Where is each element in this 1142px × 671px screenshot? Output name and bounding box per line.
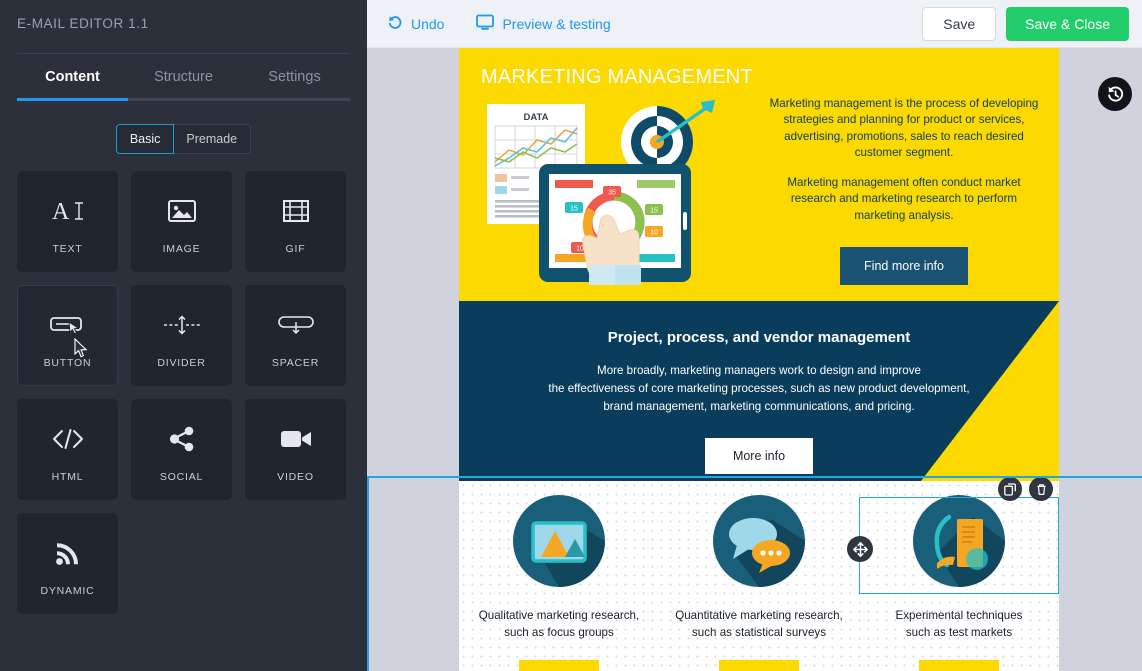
more-info-button[interactable]: More info [704,437,814,474]
try-it-button[interactable]: Try it [719,659,799,671]
svg-text:15: 15 [650,208,658,215]
hero-paragraph-1: Marketing management is the process of d… [769,97,1039,160]
hero-paragraph-2: Marketing management often conduct marke… [787,175,1021,222]
picture-mountains-icon [467,493,651,594]
speech-bubbles-icon [667,493,851,594]
block-button[interactable]: BUTTON [17,285,118,386]
block-label: GIF [285,242,306,255]
preview-testing-button[interactable]: Preview & testing [476,14,611,33]
svg-text:35: 35 [608,190,616,197]
three-column-section[interactable]: Qualitative marketing research, such as … [459,477,1059,671]
tabs-underline [17,98,350,101]
duplicate-icon[interactable] [998,477,1022,501]
block-text[interactable]: A TEXT [17,171,118,272]
code-icon [52,417,84,461]
tab-content[interactable]: Content [17,54,128,98]
video-camera-icon [280,417,312,461]
block-label: IMAGE [162,242,201,255]
undo-label: Undo [411,15,445,32]
move-cross-icon[interactable] [847,536,873,562]
top-toolbar: Undo Preview & testing Save Save & Close [367,0,1142,48]
block-video[interactable]: VIDEO [245,399,346,500]
svg-text:A: A [52,199,70,225]
column-qualitative[interactable]: Qualitative marketing research, such as … [459,493,659,671]
block-label: DIVIDER [157,356,206,369]
spacer-icon [277,303,314,347]
lab-flask-book-icon [867,493,1051,594]
block-label: VIDEO [277,470,314,483]
column-experimental[interactable]: Experimental techniques such as test mar… [847,477,1059,671]
tab-settings[interactable]: Settings [239,54,350,98]
image-icon [167,189,196,233]
marketing-illustration: DATA 35 15 15 10 10 [477,100,727,295]
drop-indicator-vertical [367,476,369,671]
email-document: MARKETING MANAGEMENT DATA 35 15 15 10 10… [459,48,1059,671]
hero-left: MARKETING MANAGEMENT DATA 35 15 15 10 10 [459,66,759,301]
try-it-button[interactable]: Try it [519,659,599,671]
block-html[interactable]: HTML [17,399,118,500]
email-canvas[interactable]: MARKETING MANAGEMENT DATA 35 15 15 10 10… [367,48,1142,671]
hero-right: Marketing management is the process of d… [759,66,1059,301]
selection-toolbar [998,477,1053,501]
block-spacer[interactable]: SPACER [245,285,346,386]
navy-section[interactable]: Project, process, and vendor management … [459,301,1059,481]
monitor-icon [476,14,495,33]
save-and-close-button[interactable]: Save & Close [1006,6,1129,41]
content-blocks-grid: A TEXT IMAGE GIF BUTTON DIVIDER SPACER H… [0,154,367,614]
tabs-active-indicator [17,98,128,101]
text-icon: A [51,189,85,233]
hero-title: MARKETING MANAGEMENT [481,66,753,88]
hero-section[interactable]: MARKETING MANAGEMENT DATA 35 15 15 10 10… [459,48,1059,301]
block-label: SPACER [271,356,320,369]
divider-icon [162,303,202,347]
block-label: DYNAMIC [40,584,95,597]
drop-indicator-horizontal [367,476,1142,478]
trash-icon[interactable] [1029,477,1053,501]
button-cursor-icon [49,303,86,347]
svg-text:15: 15 [570,206,578,213]
block-social[interactable]: SOCIAL [131,399,232,500]
svg-text:10: 10 [650,230,658,237]
main-area: Undo Preview & testing Save Save & Close [367,0,1142,671]
navy-body: More broadly, marketing managers work to… [548,364,970,413]
mode-toggle: Basic Premade [0,124,367,154]
sidebar-tabs-wrap: Content Structure Settings [0,53,367,101]
preview-label: Preview & testing [502,15,611,32]
column-caption: Qualitative marketing research, such as … [478,609,640,639]
block-gif[interactable]: GIF [245,171,346,272]
rss-icon [55,531,81,575]
column-quantitative[interactable]: Quantitative marketing research, such as… [659,493,859,671]
block-divider[interactable]: DIVIDER [131,285,232,386]
column-caption: Experimental techniques such as test mar… [895,609,1023,639]
block-dynamic[interactable]: DYNAMIC [17,513,118,614]
sidebar: E-MAIL EDITOR 1.1 Content Structure Sett… [0,0,367,671]
share-icon [169,417,195,461]
block-label: TEXT [52,242,83,255]
svg-text:10: 10 [576,246,584,253]
tab-structure[interactable]: Structure [128,54,239,98]
block-label: SOCIAL [159,470,204,483]
undo-arrow-icon [387,14,403,33]
save-button[interactable]: Save [922,6,997,41]
svg-text:DATA: DATA [524,112,549,123]
history-revert-icon[interactable] [1098,77,1132,111]
navy-heading: Project, process, and vendor management [607,329,911,346]
sidebar-tabs: Content Structure Settings [17,53,350,98]
email-editor-app: E-MAIL EDITOR 1.1 Content Structure Sett… [0,0,1142,671]
mode-premade-button[interactable]: Premade [173,124,252,154]
app-title: E-MAIL EDITOR 1.1 [17,16,149,31]
block-label: BUTTON [43,356,92,369]
try-it-button[interactable]: Try it [919,659,999,671]
block-image[interactable]: IMAGE [131,171,232,272]
find-more-info-button[interactable]: Find more info [840,247,968,286]
gif-film-icon [282,189,309,233]
block-label: HTML [51,470,84,483]
undo-button[interactable]: Undo [387,14,444,33]
column-caption: Quantitative marketing research, such as… [675,609,843,639]
mode-basic-button[interactable]: Basic [115,124,175,154]
